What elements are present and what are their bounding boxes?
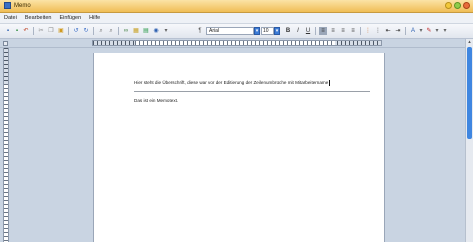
link-icon[interactable]: ∞	[122, 27, 130, 35]
menu-bearbeiten[interactable]: Bearbeiten	[21, 13, 56, 23]
minimize-button[interactable]	[445, 2, 452, 9]
heading-text: Hier steht die Überschrift, diese war vo…	[134, 80, 329, 86]
more-options-icon[interactable]: ▾	[441, 27, 449, 35]
horizontal-ruler-strip	[0, 39, 473, 48]
paste-icon[interactable]: ▣	[57, 27, 65, 35]
text-color-icon[interactable]: A	[409, 27, 417, 35]
align-right-icon[interactable]: ≡	[339, 27, 347, 35]
align-left-icon[interactable]: ≡	[319, 27, 327, 35]
memo-text[interactable]: Das ist ein Memotext.	[134, 98, 178, 103]
cut-icon[interactable]: ✂	[37, 27, 45, 35]
toolbar: ▪ ▪ ↶ ✂ ❐ ▣ ↺ ↻ ⌕ ⌕ ∞ ▦ ▤ ◉ ▾ ¶ Arial ▾ …	[0, 24, 473, 39]
table-icon[interactable]: ▤	[142, 27, 150, 35]
horizontal-ruler-text-area[interactable]	[135, 40, 335, 46]
outdent-icon[interactable]: ⇤	[384, 27, 392, 35]
bullet-list-icon[interactable]: ⋮	[374, 27, 382, 35]
toolbar-separator	[315, 27, 316, 35]
align-center-icon[interactable]: ≡	[329, 27, 337, 35]
font-name-field[interactable]: Arial	[206, 27, 254, 35]
save-icon[interactable]: ▪	[13, 27, 21, 35]
toolbar-separator	[360, 27, 361, 35]
indent-icon[interactable]: ⇥	[394, 27, 402, 35]
bold-button[interactable]: B	[284, 27, 292, 35]
menu-bar: Datei Bearbeiten Einfügen Hilfe	[0, 13, 473, 24]
scrollbar-thumb[interactable]	[467, 47, 472, 139]
text-cursor	[328, 80, 330, 86]
horizontal-rule	[134, 91, 370, 92]
highlight-icon[interactable]: ✎	[425, 27, 433, 35]
title-bar: Memo	[0, 0, 473, 13]
italic-button[interactable]: I	[294, 27, 302, 35]
ruler-corner	[3, 41, 8, 46]
underline-button[interactable]: U	[304, 27, 312, 35]
find-icon[interactable]: ⌕	[97, 27, 105, 35]
style-icon[interactable]: ¶	[196, 27, 204, 35]
vertical-ruler-margin[interactable]	[3, 48, 9, 84]
toolbar-separator	[68, 27, 69, 35]
menu-datei[interactable]: Datei	[0, 13, 21, 23]
font-name-dropdown-button[interactable]: ▾	[254, 27, 260, 35]
insert-dropdown-icon[interactable]: ▾	[162, 27, 170, 35]
window-title: Memo	[14, 3, 31, 9]
undo-arrow-icon[interactable]: ↺	[72, 27, 80, 35]
image-icon[interactable]: ▦	[132, 27, 140, 35]
toolbar-separator	[118, 27, 119, 35]
new-document-icon[interactable]: ▪	[4, 27, 12, 35]
replace-icon[interactable]: ⌕	[107, 27, 115, 35]
undo-icon[interactable]: ↶	[22, 27, 30, 35]
align-justify-icon[interactable]: ≡	[349, 27, 357, 35]
menu-einfuegen[interactable]: Einfügen	[55, 13, 85, 23]
redo-arrow-icon[interactable]: ↻	[82, 27, 90, 35]
special-char-icon[interactable]: ◉	[152, 27, 160, 35]
heading-line[interactable]: Hier steht die Überschrift, diese war vo…	[134, 80, 330, 86]
maximize-button[interactable]	[454, 2, 461, 9]
menu-hilfe[interactable]: Hilfe	[85, 13, 104, 23]
document-page[interactable]: Hier steht die Überschrift, diese war vo…	[94, 53, 384, 242]
numbered-list-icon[interactable]: ⋮	[364, 27, 372, 35]
window-controls	[445, 2, 470, 9]
font-size-dropdown-button[interactable]: ▾	[274, 27, 280, 35]
app-icon	[4, 2, 11, 9]
font-size-field[interactable]: 10	[261, 27, 274, 35]
vertical-scrollbar[interactable]: ▴	[465, 39, 473, 242]
toolbar-separator	[93, 27, 94, 35]
highlight-dropdown-icon[interactable]: ▾	[433, 27, 441, 35]
scroll-up-icon[interactable]: ▴	[466, 39, 473, 45]
text-color-dropdown-icon[interactable]: ▾	[417, 27, 425, 35]
copy-icon[interactable]: ❐	[47, 27, 55, 35]
toolbar-separator	[405, 27, 406, 35]
toolbar-separator	[33, 27, 34, 35]
close-button[interactable]	[463, 2, 470, 9]
